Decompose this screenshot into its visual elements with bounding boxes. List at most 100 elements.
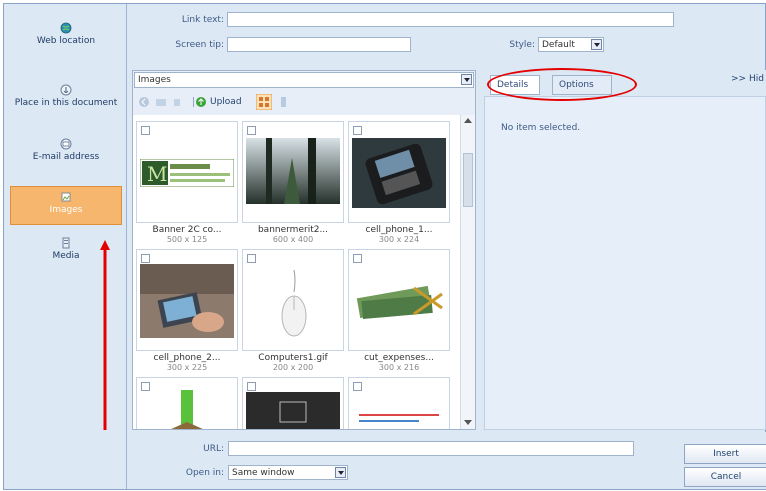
- select-checkbox[interactable]: [141, 254, 150, 263]
- banner-thumbnail-image: M: [140, 159, 234, 187]
- scroll-up-icon[interactable]: [464, 118, 472, 123]
- thumbnail-frame: M: [136, 121, 238, 223]
- hyperlink-manager-dialog: Web location Place in this document E-ma…: [3, 3, 766, 490]
- thumbnail-frame: [348, 377, 450, 429]
- thumbnail-dims: 300 x 225: [166, 363, 208, 372]
- image-icon: [61, 192, 71, 202]
- open-in-label: Open in:: [185, 468, 224, 478]
- link-type-nav: Web location Place in this document E-ma…: [4, 4, 127, 489]
- email-icon: [60, 138, 72, 150]
- folder-select[interactable]: Images: [134, 72, 474, 88]
- thumbnail-dims: 300 x 216: [378, 363, 420, 372]
- thumbnail-frame: [242, 377, 344, 429]
- phone-in-hand-thumbnail-image: [140, 264, 234, 338]
- delete-icon[interactable]: [171, 96, 183, 108]
- thumbnail-frame: [136, 377, 238, 429]
- folder-value: Images: [138, 75, 171, 85]
- thumbnail-item[interactable]: Computers1.gif 200 x 200: [242, 249, 344, 374]
- globe-icon: [60, 22, 72, 34]
- thumbnail-name: Computers1.gif: [258, 353, 328, 363]
- link-text-input[interactable]: [227, 12, 674, 27]
- thumbnail-scrollbar[interactable]: [460, 115, 475, 429]
- thumbnail-name: cut_expenses...: [364, 353, 434, 363]
- dark-screen-thumbnail-image: [246, 392, 340, 429]
- no-item-message: No item selected.: [501, 123, 581, 133]
- nav-images[interactable]: Images: [10, 186, 122, 225]
- url-input[interactable]: [228, 441, 634, 456]
- chevron-down-icon[interactable]: [335, 467, 346, 478]
- thumbnail-view-icon[interactable]: [256, 94, 272, 110]
- thumbnail-name: Banner 2C co...: [152, 225, 222, 235]
- nav-place-in-document[interactable]: Place in this document: [10, 84, 122, 109]
- style-select[interactable]: Default: [538, 37, 604, 52]
- style-label: Style:: [509, 40, 535, 50]
- select-checkbox[interactable]: [353, 126, 362, 135]
- select-checkbox[interactable]: [353, 382, 362, 391]
- red-ellipse-annotation: [487, 68, 637, 101]
- thumbnail-frame: [136, 249, 238, 351]
- thumbnail-grid: M Banner 2C co... 500 x 125 bannermerit2…: [133, 115, 475, 429]
- select-checkbox[interactable]: [141, 382, 150, 391]
- link-text-label: Link text:: [181, 15, 224, 25]
- mouse-thumbnail-image: [281, 270, 307, 337]
- svg-text:M: M: [147, 162, 167, 186]
- chevron-down-icon[interactable]: [591, 39, 602, 50]
- scroll-thumb[interactable]: [463, 153, 473, 207]
- insert-button-label: Insert: [713, 449, 739, 459]
- thumbnail-dims: 200 x 200: [272, 363, 314, 372]
- thumbnail-dims: 600 x 400: [272, 235, 314, 244]
- thumbnail-name: cell_phone_2...: [153, 353, 221, 363]
- insert-button[interactable]: Insert: [684, 444, 766, 464]
- thumbnail-item[interactable]: cell_phone_2... 300 x 225: [136, 249, 238, 374]
- select-checkbox[interactable]: [247, 382, 256, 391]
- nav-label-images: Images: [49, 205, 83, 215]
- thumbnail-name: bannermerit2...: [257, 225, 329, 235]
- upload-icon[interactable]: [195, 96, 207, 108]
- select-checkbox[interactable]: [141, 126, 150, 135]
- media-icon: [62, 237, 70, 249]
- thumbnail-item[interactable]: bannermerit2... 600 x 400: [242, 121, 344, 246]
- nav-label-media: Media: [52, 251, 80, 261]
- thumbnail-item[interactable]: cut_expenses... 300 x 216: [348, 249, 450, 374]
- cancel-button-label: Cancel: [710, 472, 742, 482]
- chevron-down-icon[interactable]: [461, 74, 472, 85]
- nav-email-address[interactable]: E-mail address: [10, 138, 122, 163]
- new-folder-icon[interactable]: [155, 96, 167, 108]
- thumbnail-item[interactable]: [348, 377, 450, 429]
- thumbnail-frame: [348, 249, 450, 351]
- nav-web-location[interactable]: Web location: [10, 22, 122, 47]
- screen-tip-label: Screen tip:: [175, 40, 224, 50]
- scissors-money-thumbnail-image: [356, 285, 443, 320]
- nav-label-web-location: Web location: [36, 36, 96, 46]
- thumbnail-item[interactable]: M Banner 2C co... 500 x 125: [136, 121, 238, 246]
- details-body: No item selected.: [484, 96, 766, 430]
- details-panel: Details Options >> Hid No item selected.: [482, 70, 766, 430]
- phone-thumbnail-image: [352, 138, 446, 208]
- green-block-thumbnail-image: [171, 390, 203, 429]
- select-checkbox[interactable]: [247, 126, 256, 135]
- list-view-icon[interactable]: [278, 96, 290, 108]
- cancel-button[interactable]: Cancel: [684, 467, 766, 487]
- back-icon[interactable]: [138, 96, 150, 108]
- screen-tip-input[interactable]: [227, 37, 411, 52]
- forest-thumbnail-image: [246, 138, 340, 204]
- hide-panel-link[interactable]: >> Hid: [731, 74, 764, 84]
- nav-label-email-address: E-mail address: [32, 152, 100, 162]
- select-checkbox[interactable]: [247, 254, 256, 263]
- thumbnail-item[interactable]: [242, 377, 344, 429]
- open-in-select[interactable]: Same window: [228, 465, 348, 480]
- anchor-icon: [60, 84, 72, 96]
- scroll-down-icon[interactable]: [464, 420, 472, 425]
- thumbnail-dims: 300 x 224: [378, 235, 420, 244]
- thumbnail-item[interactable]: cell_phone_1... 300 x 224: [348, 121, 450, 246]
- thumbnail-name: cell_phone_1...: [365, 225, 433, 235]
- thumbnail-frame: [242, 249, 344, 351]
- thumbnail-item[interactable]: [136, 377, 238, 429]
- select-checkbox[interactable]: [353, 254, 362, 263]
- style-value: Default: [542, 40, 575, 50]
- upload-label[interactable]: Upload: [210, 97, 242, 107]
- url-label: URL:: [203, 444, 224, 454]
- thumbnail-frame: [348, 121, 450, 223]
- image-browser: Images Upload M Banner 2C co... 500 x 12…: [132, 70, 476, 430]
- thumbnail-dims: 500 x 125: [166, 235, 208, 244]
